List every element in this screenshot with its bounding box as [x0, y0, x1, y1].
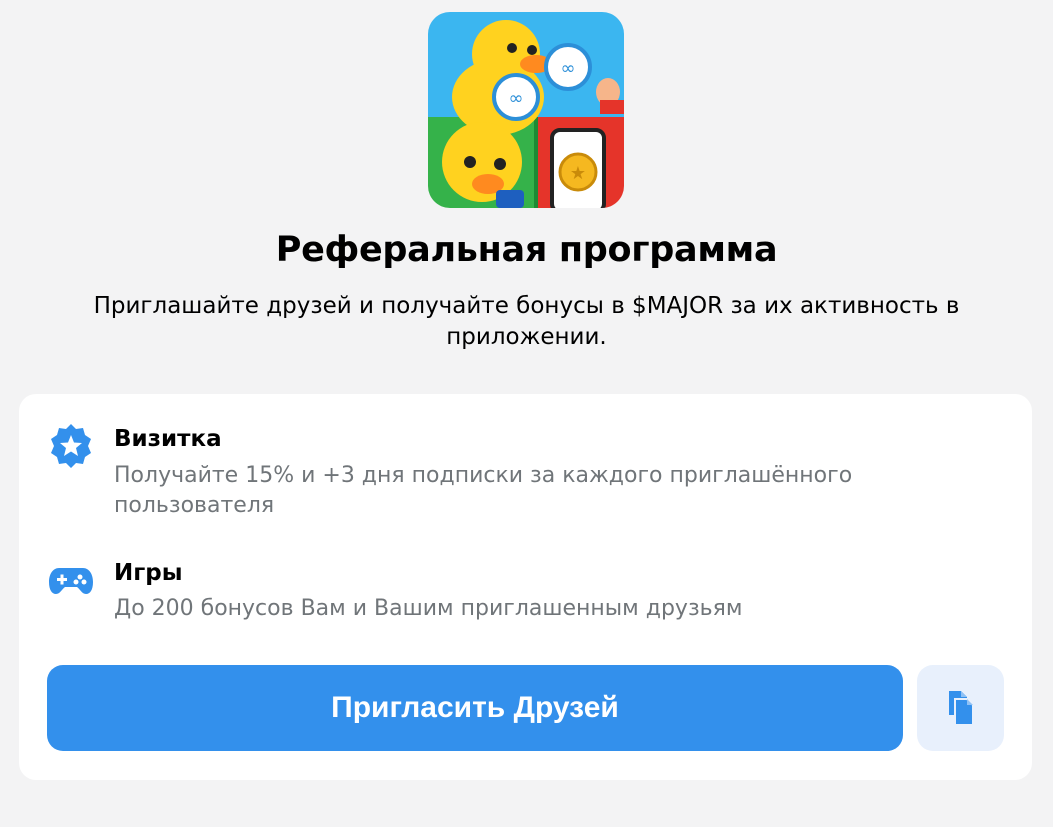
invite-friends-label: Пригласить Друзей — [331, 691, 619, 724]
page-title: Реферальная программа — [275, 230, 778, 270]
copy-icon — [948, 691, 974, 726]
feature-desc-vizitka: Получайте 15% и +3 дня подписки за каждо… — [114, 463, 853, 518]
feature-title-games: Игры — [114, 560, 183, 586]
duck-illustration: ∞ ∞ ★ — [428, 12, 624, 208]
invite-friends-button[interactable]: Пригласить Друзей — [47, 665, 903, 751]
svg-text:∞: ∞ — [561, 58, 576, 79]
referral-hero-image: ∞ ∞ ★ — [428, 12, 624, 208]
feature-title-vizitka: Визитка — [114, 426, 222, 452]
svg-text:★: ★ — [570, 163, 586, 184]
page-subtitle: Приглашайте друзей и получайте бонусы в … — [93, 293, 960, 350]
feature-desc-games: До 200 бонусов Вам и Вашим приглашенным … — [114, 596, 743, 621]
svg-text:∞: ∞ — [509, 88, 524, 109]
referral-card: Визитка Получайте 15% и +3 дня подписки … — [19, 394, 1032, 780]
copy-link-button[interactable] — [917, 665, 1004, 751]
gamepad-icon — [47, 556, 95, 604]
star-badge-icon — [47, 422, 95, 470]
